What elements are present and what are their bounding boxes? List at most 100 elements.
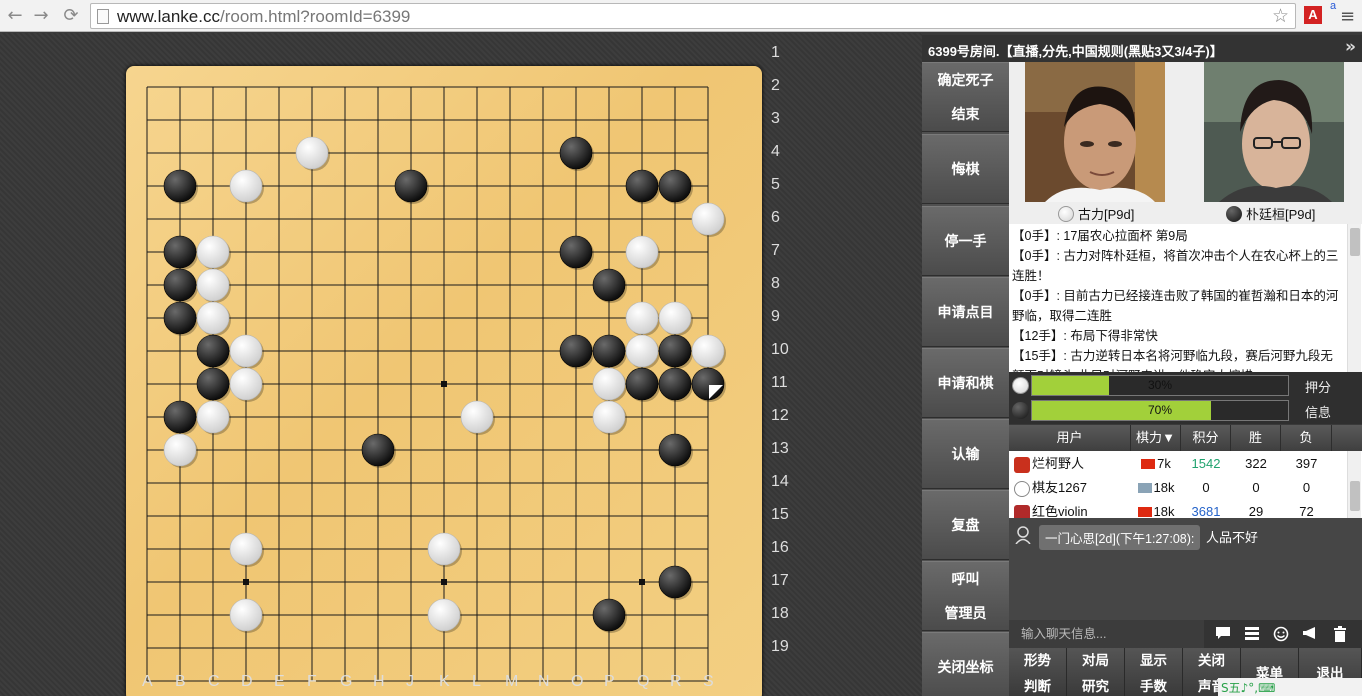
- user-cell: 红色violin: [1009, 501, 1131, 518]
- confirm-dead-stones-button[interactable]: 确定死子 结束: [922, 62, 1009, 132]
- white-estimate-label: 30%: [1147, 378, 1173, 392]
- room-title-text: 6399号房间.【直播,分先,中国规则(黑贴3又3/4子)】: [928, 44, 1223, 59]
- browser-menu-icon[interactable]: ≡: [1340, 6, 1355, 27]
- user-row[interactable]: 红色violin 18k 3681 29 72: [1009, 499, 1362, 518]
- column-label: R: [670, 673, 682, 690]
- row-label: 1: [771, 44, 780, 61]
- score-cell: 0: [1202, 479, 1210, 495]
- game-study-button[interactable]: 对局 研究: [1067, 648, 1125, 696]
- log-scroll-thumb[interactable]: [1350, 228, 1360, 256]
- black-estimate-label: 70%: [1147, 403, 1173, 417]
- undo-button[interactable]: 悔棋: [922, 134, 1009, 204]
- black-stone: [559, 334, 593, 368]
- game-study-button-label: 研究: [1082, 679, 1109, 694]
- mute-sound-button-label: 关闭: [1198, 653, 1225, 668]
- hide-coordinates-button[interactable]: 关闭坐标: [922, 632, 1009, 696]
- row-label: 16: [771, 539, 789, 556]
- collapse-panel-icon[interactable]: »: [1345, 37, 1356, 57]
- black-stone-icon: [1012, 402, 1029, 419]
- list-icon[interactable]: [1243, 626, 1261, 642]
- extension-badge: a: [1330, 0, 1337, 12]
- position-judgment-button[interactable]: 形势 判断: [1009, 648, 1067, 696]
- user-cell: 烂柯野人: [1009, 453, 1131, 473]
- row-label: 7: [771, 242, 780, 259]
- room-title: 6399号房间.【直播,分先,中国规则(黑贴3又3/4子)】 »: [922, 35, 1362, 62]
- user-name: 红色violin: [1032, 504, 1088, 518]
- players-panel: 古力[P9d] 朴廷桓[P9d]: [1009, 62, 1362, 224]
- chat-sender[interactable]: 一门心思[2d](下午1:27:08):: [1039, 525, 1201, 550]
- chat-input[interactable]: [1009, 620, 1204, 648]
- black-stone: [691, 367, 725, 401]
- black-stone: [163, 169, 197, 203]
- bet-button[interactable]: 押分: [1305, 377, 1331, 396]
- info-button[interactable]: 信息: [1305, 402, 1331, 421]
- white-player-label: 古力[P9d]: [1078, 207, 1135, 222]
- header-rank[interactable]: 棋力▼: [1131, 425, 1181, 451]
- call-admin-button[interactable]: 呼叫 管理员: [922, 561, 1009, 631]
- white-stone: [625, 235, 659, 269]
- bookmark-star-icon[interactable]: ☆: [1272, 5, 1289, 27]
- header-score[interactable]: 积分: [1181, 425, 1231, 451]
- pass-button[interactable]: 停一手: [922, 206, 1009, 276]
- game-study-button-label: 对局: [1082, 653, 1109, 668]
- forward-button[interactable]: →: [30, 5, 52, 27]
- log-entry: 【0手】: 目前古力已经接连击败了韩国的崔哲瀚和日本的河野临，取得二连胜: [1012, 289, 1339, 323]
- black-stone: [592, 268, 626, 302]
- black-stone-icon: [1226, 205, 1242, 222]
- black-stone: [163, 400, 197, 434]
- user-list-scroll-thumb[interactable]: [1350, 481, 1360, 511]
- trash-icon[interactable]: [1331, 626, 1349, 642]
- emoji-icon[interactable]: [1272, 626, 1290, 642]
- review-button[interactable]: 复盘: [922, 490, 1009, 560]
- go-board[interactable]: [126, 66, 762, 696]
- white-stone: [691, 202, 725, 236]
- column-label: S: [703, 673, 714, 690]
- header-rank-label: 棋力: [1136, 430, 1163, 445]
- row-label: 10: [771, 341, 789, 358]
- user-row[interactable]: 烂柯野人 7k 1542 322 397: [1009, 451, 1362, 475]
- black-estimate-row: 70% 信息: [1009, 398, 1362, 423]
- request-count-button[interactable]: 申请点目: [922, 277, 1009, 347]
- header-user[interactable]: 用户: [1009, 425, 1131, 451]
- white-stone: [196, 235, 230, 269]
- white-stone: [229, 169, 263, 203]
- position-judgment-button-label: 形势: [1024, 653, 1051, 668]
- user-list-scrollbar[interactable]: [1347, 451, 1361, 518]
- score-cell: 1542: [1191, 455, 1221, 471]
- chat-bubble-icon[interactable]: [1214, 626, 1232, 642]
- show-move-numbers-button-label: 显示: [1140, 653, 1167, 668]
- url-text[interactable]: www.lanke.cc/room.html?roomId=6399: [117, 7, 410, 27]
- row-label: 9: [771, 308, 780, 325]
- black-stone: [394, 169, 428, 203]
- white-player-name: 古力[P9d]: [1058, 204, 1134, 223]
- commentary-log[interactable]: 【0手】: 17届农心拉面杯 第9局 【0手】: 古力对阵朴廷桓，将首次冲击个人在…: [1009, 224, 1362, 372]
- white-stone: [196, 400, 230, 434]
- column-label: Q: [637, 673, 650, 690]
- log-scrollbar[interactable]: [1347, 224, 1361, 372]
- board-grid[interactable]: [126, 66, 762, 696]
- rank-value: 7k: [1157, 455, 1171, 471]
- resign-button-label: 认输: [951, 446, 980, 462]
- column-label: E: [274, 673, 285, 690]
- megaphone-icon[interactable]: [1301, 626, 1319, 642]
- chat-input-row: [1009, 620, 1362, 648]
- call-admin-button-label: 管理员: [944, 605, 987, 621]
- show-move-numbers-button[interactable]: 显示 手数: [1125, 648, 1183, 696]
- reload-button[interactable]: ⟳: [60, 5, 82, 27]
- star-point: [441, 579, 447, 585]
- user-rows: 烂柯野人 7k 1542 322 397 棋友1267 18k 0 0 0 红色violin 18k 3…: [1009, 451, 1362, 518]
- user-row[interactable]: 棋友1267 18k 0 0 0: [1009, 475, 1362, 499]
- black-player-name: 朴廷桓[P9d]: [1226, 204, 1315, 223]
- rank-cell: 18k: [1131, 480, 1181, 495]
- header-wins[interactable]: 胜: [1231, 425, 1281, 451]
- tray-icons[interactable]: S五♪°,⌨: [1221, 679, 1275, 696]
- adblock-extension-icon[interactable]: A: [1304, 6, 1322, 24]
- address-bar[interactable]: www.lanke.cc/room.html?roomId=6399 ☆: [90, 3, 1296, 29]
- request-draw-button[interactable]: 申请和棋: [922, 348, 1009, 418]
- back-button[interactable]: ←: [4, 5, 26, 27]
- star-point: [639, 579, 645, 585]
- header-losses[interactable]: 负: [1281, 425, 1332, 451]
- column-label: K: [439, 673, 450, 690]
- losses-cell: 397: [1295, 455, 1318, 471]
- resign-button[interactable]: 认输: [922, 419, 1009, 489]
